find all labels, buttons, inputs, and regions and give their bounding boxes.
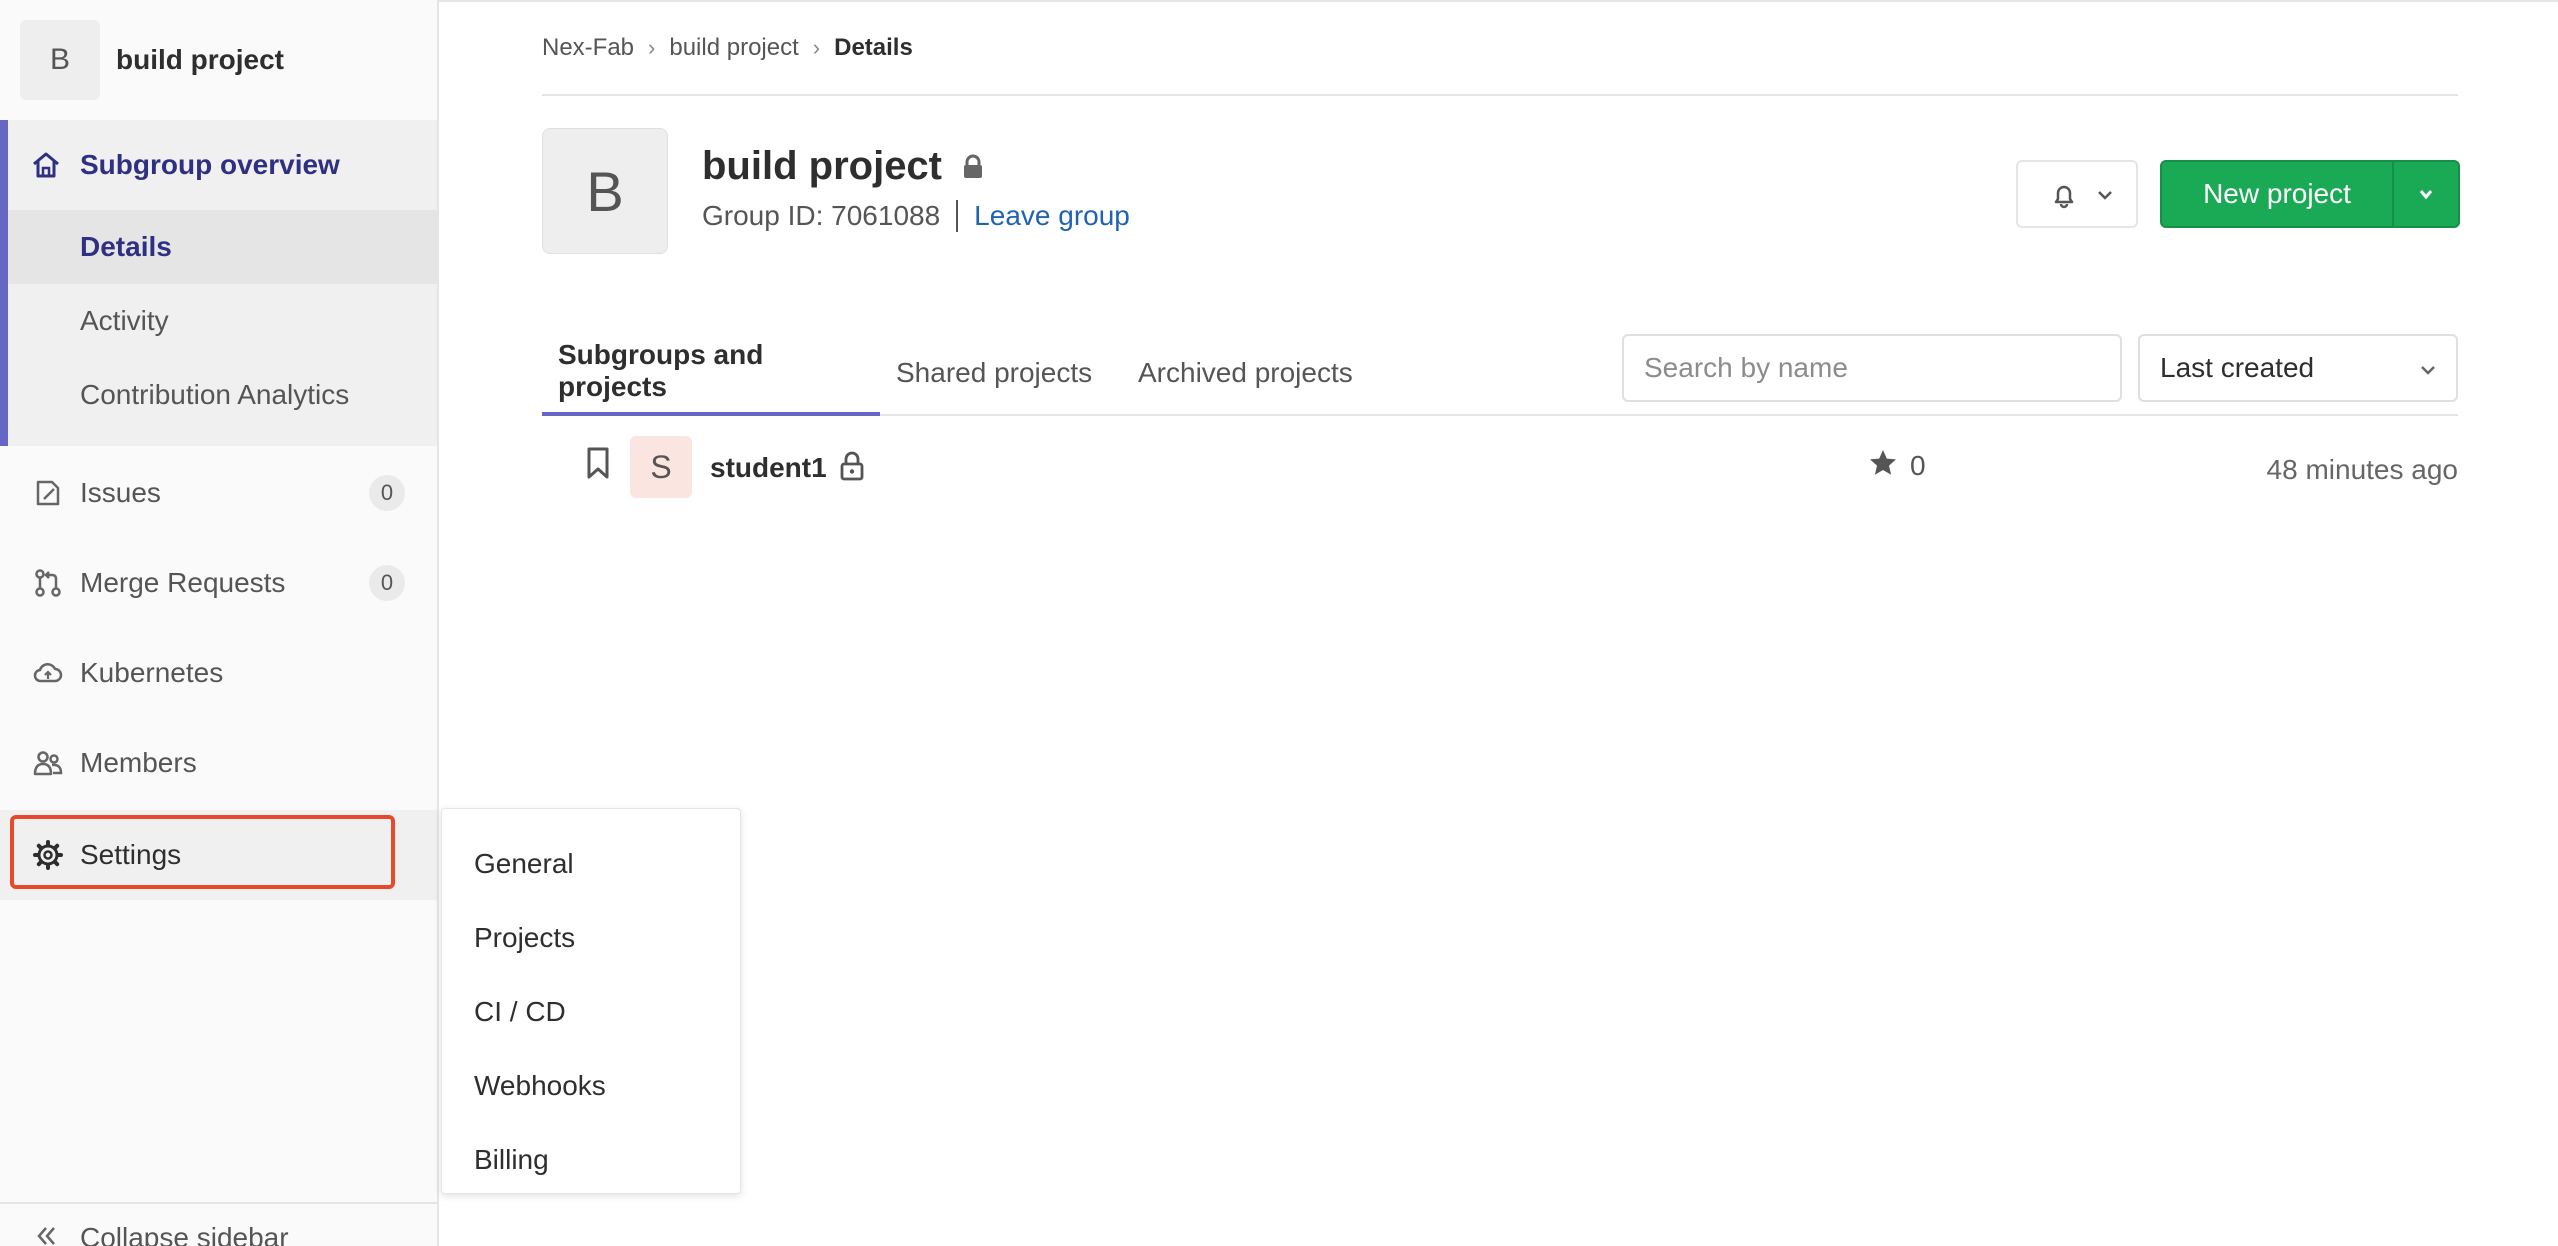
cloud-icon	[33, 663, 63, 683]
meta-divider	[956, 200, 959, 232]
flyout-item-label: Projects	[474, 922, 576, 953]
merge-requests-count-badge: 0	[369, 565, 405, 601]
sidebar-context-title[interactable]: build project	[116, 44, 284, 76]
collapse-sidebar-label: Collapse sidebar	[80, 1222, 289, 1246]
sidebar: B build project Subgroup overview Detail…	[0, 0, 439, 1246]
sidebar-item-settings[interactable]: Settings	[0, 810, 437, 900]
sidebar-item-label: Issues	[80, 477, 161, 508]
merge-request-icon	[35, 569, 61, 597]
group-avatar: B	[542, 128, 668, 254]
bookmark-icon	[587, 447, 609, 479]
sort-selected-label: Last created	[2160, 352, 2315, 383]
lock-icon	[964, 154, 982, 178]
chevron-down-icon	[2421, 366, 2435, 375]
chevron-down-icon[interactable]	[2414, 182, 2438, 206]
top-border	[439, 0, 2558, 2]
sidebar-item-label: Subgroup overview	[80, 149, 340, 180]
star-icon	[1870, 450, 1896, 475]
flyout-item-billing[interactable]: Billing	[442, 1123, 740, 1197]
sidebar-item-label: Kubernetes	[80, 657, 224, 688]
group-meta: Group ID: 7061088 Leave group	[702, 200, 1130, 232]
flyout-item-ci-cd[interactable]: CI / CD	[442, 975, 740, 1049]
notification-dropdown-button[interactable]	[2016, 160, 2138, 228]
sidebar-item-label: Merge Requests	[80, 567, 286, 598]
project-name-link[interactable]: student1	[710, 452, 827, 484]
settings-flyout-menu: General Projects CI / CD Webhooks Billin…	[441, 808, 741, 1194]
sidebar-item-issues[interactable]: Issues 0	[0, 448, 437, 538]
flyout-item-label: Billing	[474, 1144, 549, 1175]
home-icon	[33, 152, 59, 178]
sidebar-subitem-activity[interactable]: Activity	[8, 284, 437, 358]
bell-icon	[2054, 185, 2074, 209]
page-title: build project	[702, 144, 986, 189]
sidebar-item-subgroup-overview[interactable]: Subgroup overview	[0, 120, 437, 210]
gear-icon	[33, 840, 63, 870]
tab-archived-projects[interactable]: Archived projects	[1122, 330, 1369, 416]
group-title-text: build project	[702, 144, 942, 188]
breadcrumb: Nex-Fab › build project › Details	[542, 32, 913, 64]
users-icon	[33, 751, 63, 776]
star-count: 0	[1910, 450, 1926, 481]
flyout-item-general[interactable]: General	[442, 827, 740, 901]
chevron-right-icon: ›	[648, 35, 656, 60]
flyout-item-projects[interactable]: Projects	[442, 901, 740, 975]
chevron-down-icon	[2098, 191, 2112, 200]
project-avatar: S	[630, 436, 692, 498]
last-updated: 48 minutes ago	[2266, 454, 2458, 485]
breadcrumb-divider	[542, 94, 2458, 96]
breadcrumb-item-build-project[interactable]: build project	[669, 34, 798, 62]
tab-shared-projects[interactable]: Shared projects	[880, 330, 1108, 416]
new-project-split-button: New project	[2160, 160, 2460, 228]
flyout-item-label: Webhooks	[474, 1070, 606, 1101]
sidebar-subitem-label: Activity	[80, 305, 169, 336]
chevron-right-icon: ›	[812, 35, 821, 60]
issues-count-badge: 0	[369, 475, 405, 511]
flyout-item-label: CI / CD	[474, 996, 566, 1027]
split-divider	[2392, 162, 2394, 226]
tab-subgroups-and-projects[interactable]: Subgroups and projects	[542, 330, 880, 416]
group-id: Group ID: 7061088	[702, 200, 941, 231]
sidebar-item-merge-requests[interactable]: Merge Requests 0	[0, 538, 437, 628]
collapse-sidebar-button[interactable]: Collapse sidebar	[0, 1202, 437, 1246]
sort-dropdown[interactable]: Last created	[2138, 334, 2458, 402]
flyout-item-webhooks[interactable]: Webhooks	[442, 1049, 740, 1123]
search-input[interactable]	[1622, 334, 2122, 402]
flyout-item-label: General	[474, 848, 574, 879]
leave-group-link[interactable]: Leave group	[974, 200, 1130, 232]
group-avatar-small: B	[20, 20, 100, 100]
double-chevron-left-icon	[37, 1227, 55, 1245]
sidebar-item-label: Members	[80, 747, 197, 778]
breadcrumb-item-nex-fab[interactable]: Nex-Fab	[542, 34, 634, 62]
sidebar-item-kubernetes[interactable]: Kubernetes	[0, 628, 437, 718]
sidebar-subitem-details[interactable]: Details	[8, 210, 437, 284]
sidebar-subitem-label: Contribution Analytics	[80, 379, 350, 410]
lock-icon	[840, 451, 864, 481]
sidebar-subitem-label: Details	[80, 231, 172, 262]
table-row[interactable]: S student1 0 48 minutes ago	[542, 430, 2458, 506]
new-project-button[interactable]: New project	[2162, 162, 2392, 226]
issues-icon	[36, 480, 60, 506]
sidebar-item-members[interactable]: Members	[0, 718, 437, 808]
sidebar-item-label: Settings	[80, 839, 182, 870]
breadcrumb-current[interactable]: Details	[834, 34, 913, 62]
sidebar-subitem-contribution-analytics[interactable]: Contribution Analytics	[8, 358, 437, 432]
sidebar-context-header[interactable]: B build project	[0, 0, 437, 120]
